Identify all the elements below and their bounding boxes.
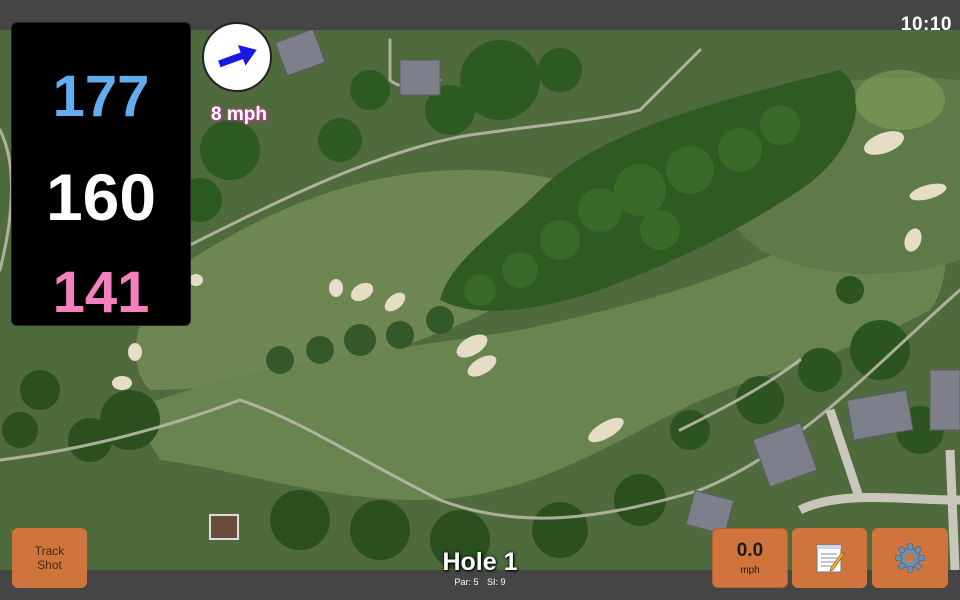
notes-button[interactable] xyxy=(792,528,867,588)
hole-info: Par: 5 SI: 9 xyxy=(400,577,560,587)
wind-indicator[interactable] xyxy=(202,22,272,92)
speed-value: 0.0 xyxy=(736,540,764,561)
hole-title: Hole 1 xyxy=(442,548,518,576)
speed-button[interactable]: 0.0 mph xyxy=(712,528,788,588)
speed-unit: mph xyxy=(740,565,760,576)
track-shot-label-line2: Shot xyxy=(37,558,62,572)
par-label: Par: 5 xyxy=(454,577,479,587)
wind-speed-label: 8 mph xyxy=(211,104,267,125)
distance-panel: 177 160 141 xyxy=(11,22,191,326)
back-distance: 177 xyxy=(52,64,150,129)
front-distance: 141 xyxy=(52,260,150,325)
track-shot-label-line1: Track xyxy=(34,544,65,558)
notepad-icon xyxy=(816,544,844,573)
center-distance: 160 xyxy=(45,160,157,234)
gear-icon xyxy=(895,543,925,573)
clock-time: 10:10 xyxy=(900,14,952,35)
wind-direction-arrow-icon xyxy=(218,44,257,68)
track-shot-button[interactable]: Track Shot xyxy=(12,528,87,588)
stroke-index-label: SI: 9 xyxy=(487,577,506,587)
settings-button[interactable] xyxy=(872,528,948,588)
